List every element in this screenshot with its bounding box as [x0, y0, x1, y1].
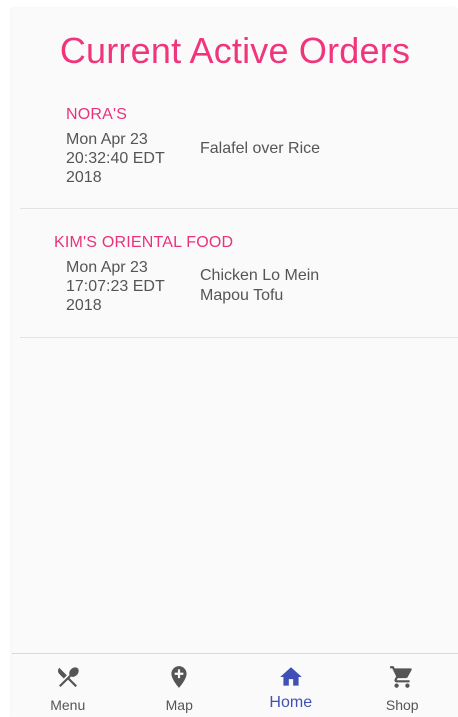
- order-card[interactable]: NORA'S Mon Apr 23 20:32:40 EDT 2018 Fala…: [20, 104, 458, 209]
- fork-knife-icon: [57, 667, 79, 688]
- nav-label-home: Home: [269, 694, 313, 711]
- timestamp-date: Mon Apr 23: [66, 131, 148, 148]
- nav-item-menu[interactable]: Menu: [12, 654, 124, 717]
- nav-item-map[interactable]: Map: [124, 654, 236, 717]
- timestamp-time: 17:07:23 EDT: [66, 278, 165, 295]
- app-screen: Current Active Orders NORA'S Mon Apr 23 …: [12, 8, 458, 717]
- order-card[interactable]: KIM'S ORIENTAL FOOD Mon Apr 23 17:07:23 …: [20, 232, 458, 338]
- order-timestamp: Mon Apr 23 17:07:23 EDT 2018: [66, 258, 184, 315]
- nav-item-shop[interactable]: Shop: [347, 654, 458, 717]
- nav-item-home[interactable]: Home: [235, 654, 347, 717]
- nav-label-menu: Menu: [50, 697, 86, 713]
- restaurant-name: KIM'S ORIENTAL FOOD: [54, 234, 234, 251]
- order-timestamp: Mon Apr 23 20:32:40 EDT 2018: [66, 130, 184, 187]
- order-items: Chicken Lo Mein Mapou Tofu: [200, 266, 319, 306]
- timestamp-year: 2018: [66, 297, 102, 314]
- timestamp-time: 20:32:40 EDT: [66, 150, 165, 167]
- nav-label-map: Map: [165, 697, 193, 713]
- bottom-navigation: Menu Map Home Shop: [12, 653, 458, 717]
- timestamp-date: Mon Apr 23: [66, 259, 148, 276]
- page-title: Current Active Orders: [59, 30, 411, 71]
- order-item: Falafel over Rice: [200, 140, 321, 157]
- order-item: Mapou Tofu: [200, 287, 284, 304]
- timestamp-year: 2018: [66, 169, 102, 186]
- home-icon: [279, 667, 302, 686]
- map-pin-icon: [171, 666, 187, 688]
- restaurant-name: NORA'S: [66, 106, 128, 123]
- nav-label-shop: Shop: [385, 697, 419, 713]
- order-item: Chicken Lo Mein: [200, 267, 320, 284]
- order-items: Falafel over Rice: [200, 139, 320, 159]
- shopping-cart-icon: [390, 666, 413, 688]
